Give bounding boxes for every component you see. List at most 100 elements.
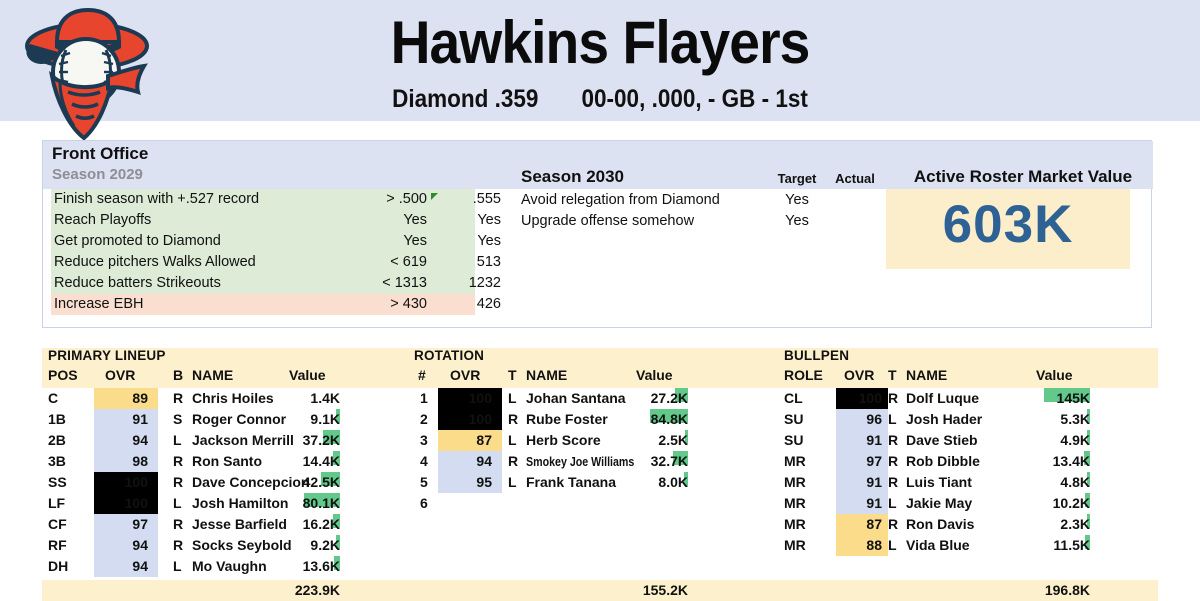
player-value: 145K xyxy=(1056,390,1090,406)
handedness: R xyxy=(888,516,899,532)
handedness: S xyxy=(173,411,183,427)
handedness: R xyxy=(888,453,899,469)
goal-target: Yes xyxy=(403,212,427,228)
col-pos: POS xyxy=(48,367,78,383)
bullpen-total: 196.8K xyxy=(1044,582,1090,598)
goal-label: Reduce pitchers Walks Allowed xyxy=(54,254,256,270)
bullpen-role: MR xyxy=(784,516,806,532)
goal-row-2030: Avoid relegation from Diamond Yes xyxy=(521,190,921,211)
ovr-rating: 94 xyxy=(438,451,502,472)
market-value-title: Active Roster Market Value xyxy=(913,167,1133,186)
goal-actual: Yes xyxy=(477,233,501,249)
position: SS xyxy=(48,474,67,490)
handedness: L xyxy=(508,432,517,448)
player-value: 16.2K xyxy=(302,516,340,532)
ovr-rating: 89 xyxy=(94,388,158,409)
position: LF xyxy=(48,495,66,511)
player-name[interactable]: Luis Tiant xyxy=(906,472,972,493)
col-value: Value xyxy=(1036,367,1073,383)
rotation-slot: 4 xyxy=(420,453,428,469)
goal-row: Finish season with +.527 record > .500 .55… xyxy=(51,189,501,210)
ovr-rating: 91 xyxy=(94,409,158,430)
ovr-rating: 91 xyxy=(836,493,888,514)
goal-label: Finish season with +.527 record xyxy=(54,191,260,207)
bullpen-role: SU xyxy=(784,411,804,427)
goal-target: > 430 xyxy=(390,296,427,312)
position: 1B xyxy=(48,411,66,427)
goal-actual: .555 xyxy=(472,191,501,207)
front-office-panel: Front Office Season 2029 Finish season w… xyxy=(42,140,1153,328)
goals-2029-list: Finish season with +.527 record > .500 .55… xyxy=(51,189,501,315)
goal-target: < 619 xyxy=(390,254,427,270)
rotation-title: ROTATION xyxy=(414,348,485,363)
league-label: Diamond .359 xyxy=(392,85,539,113)
player-name[interactable]: Dolf Luque xyxy=(906,388,979,409)
col-bats: B xyxy=(173,367,184,383)
rotation-slot: 5 xyxy=(420,474,428,490)
player-value: 9.2K xyxy=(310,537,340,553)
record-label: 00-00, .000, - GB - 1st xyxy=(581,85,808,113)
player-value: 27.2K xyxy=(650,390,688,406)
goal-actual: Yes xyxy=(477,212,501,228)
player-value: 5.3K xyxy=(1060,411,1090,427)
goal-actual: 513 xyxy=(476,254,501,270)
handedness: R xyxy=(508,411,519,427)
ovr-rating: 100 xyxy=(94,472,158,493)
player-name[interactable]: Ron Davis xyxy=(906,514,974,535)
bullpen-title: BULLPEN xyxy=(784,348,850,363)
rotation-slot: 6 xyxy=(420,495,428,511)
player-name[interactable]: Jakie May xyxy=(906,493,972,514)
bullpen-role: MR xyxy=(784,495,806,511)
goals-2030-list: Avoid relegation from Diamond Yes Upgrade … xyxy=(521,190,921,232)
goal-row: Reach Playoffs Yes Yes xyxy=(51,210,501,231)
bullpen-role: CL xyxy=(784,390,803,406)
ovr-rating: 94 xyxy=(94,535,158,556)
goal-target: Yes xyxy=(785,192,809,208)
goal-target: Yes xyxy=(785,213,809,229)
player-value: 10.2K xyxy=(1052,495,1090,511)
handedness: R xyxy=(888,474,899,490)
col-name: NAME xyxy=(526,367,568,383)
col-value: Value xyxy=(289,367,326,383)
team-subtitle: Diamond .359 00-00, .000, - GB - 1st xyxy=(60,85,1140,114)
player-name[interactable]: Rob Dibble xyxy=(906,451,980,472)
col-throws: T xyxy=(888,367,897,383)
player-name[interactable]: Josh Hader xyxy=(906,409,982,430)
handedness: R xyxy=(173,453,184,469)
player-value: 80.1K xyxy=(302,495,340,511)
primary-lineup-title: PRIMARY LINEUP xyxy=(48,348,166,363)
handedness: R xyxy=(508,453,519,469)
ovr-rating: 88 xyxy=(836,535,888,556)
handedness: L xyxy=(508,390,517,406)
goal-label: Reduce batters Strikeouts xyxy=(54,275,221,291)
position: RF xyxy=(48,537,67,553)
ovr-rating: 100 xyxy=(438,388,502,409)
col-throws: T xyxy=(508,367,517,383)
player-name[interactable]: Dave Stieb xyxy=(906,430,978,451)
player-value: 4.8K xyxy=(1060,474,1090,490)
goal-row: Get promoted to Diamond Yes Yes xyxy=(51,231,501,252)
handedness: L xyxy=(173,558,182,574)
goal-row-2030: Upgrade offense somehow Yes xyxy=(521,211,921,232)
player-value: 42.5K xyxy=(302,474,340,490)
player-value: 11.5K xyxy=(1053,537,1090,553)
handedness: L xyxy=(173,495,182,511)
ovr-rating: 87 xyxy=(836,514,888,535)
bullpen-role: MR xyxy=(784,453,806,469)
player-value: 13.4K xyxy=(1052,453,1090,469)
col-ovr: OVR xyxy=(450,367,481,383)
ovr-rating: 87 xyxy=(438,430,502,451)
column-header-actual: Actual xyxy=(835,171,875,186)
player-value: 2.3K xyxy=(1060,516,1090,532)
player-value: 84.8K xyxy=(650,411,688,427)
rotation-slot: 3 xyxy=(420,432,428,448)
ovr-rating: 100 xyxy=(836,388,888,409)
front-office-title: Front Office xyxy=(52,144,149,163)
col-value: Value xyxy=(636,367,673,383)
player-value: 37.2K xyxy=(302,432,340,448)
goal-label: Upgrade offense somehow xyxy=(521,213,695,229)
ovr-rating: 96 xyxy=(836,409,888,430)
handedness: R xyxy=(888,432,899,448)
player-name[interactable]: Vida Blue xyxy=(906,535,970,556)
ovr-rating: 100 xyxy=(438,409,502,430)
